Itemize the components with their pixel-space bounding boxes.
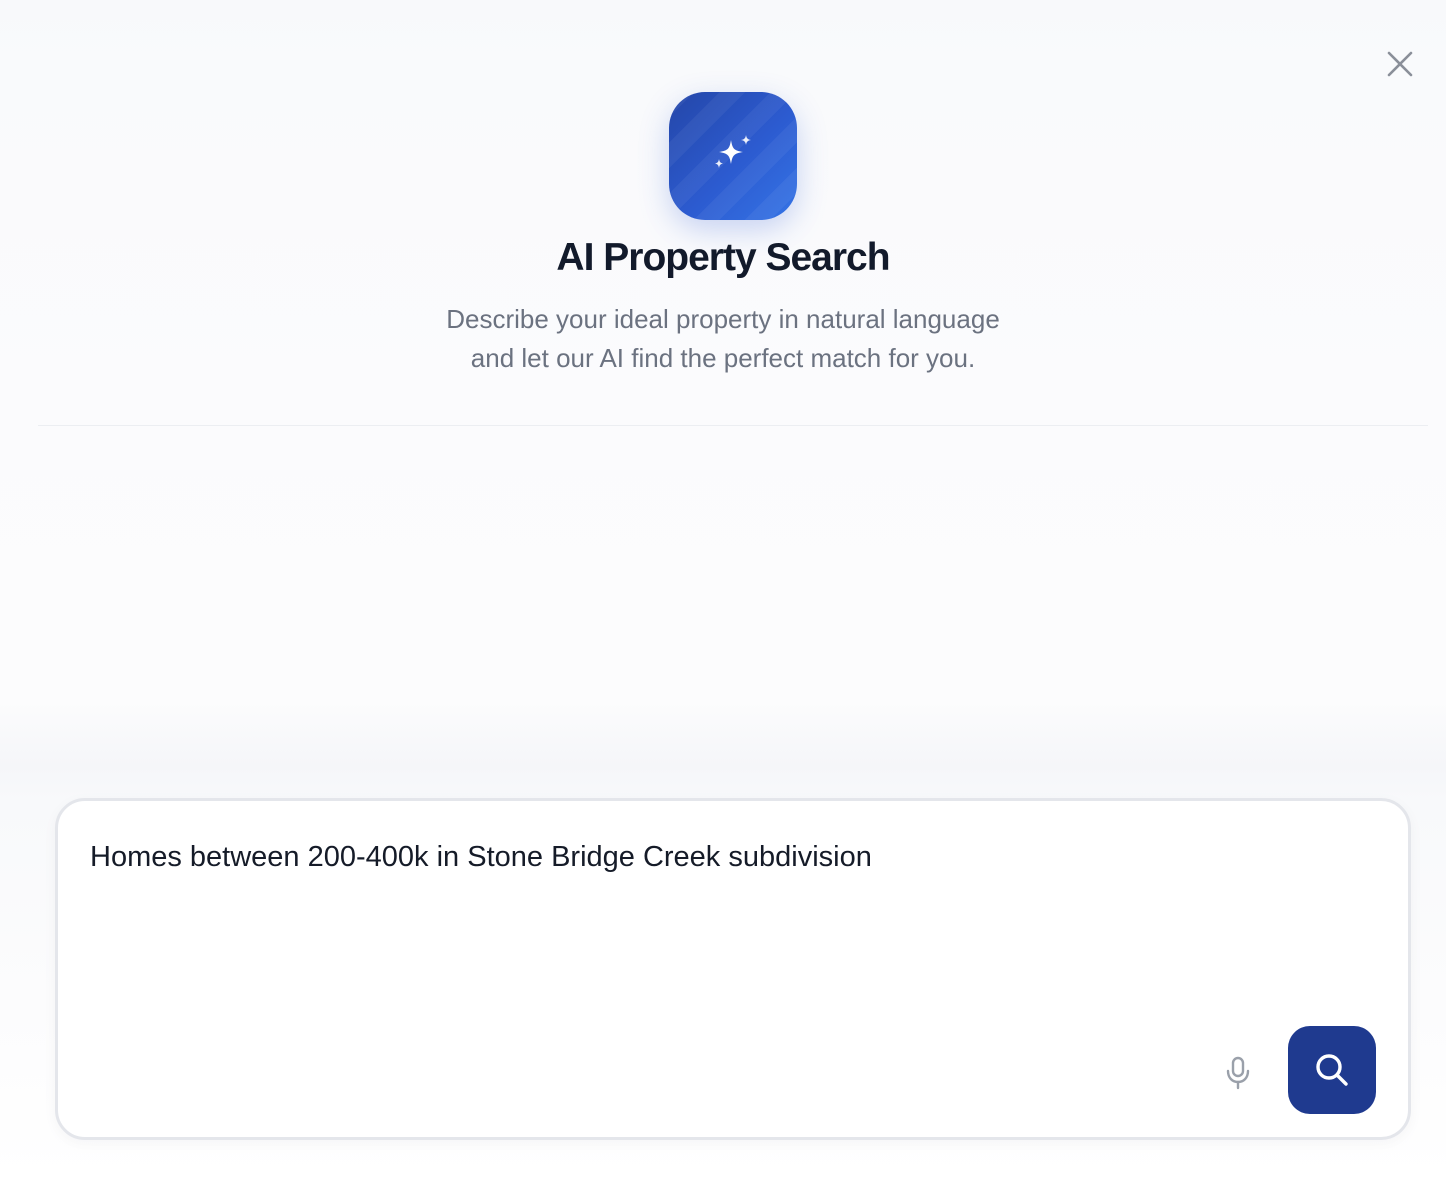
sparkles-icon — [715, 135, 751, 168]
header-divider — [38, 425, 1428, 426]
search-input-card: Homes between 200-400k in Stone Bridge C… — [55, 798, 1411, 1140]
page-title: AI Property Search — [556, 236, 890, 279]
search-submit-button[interactable] — [1288, 1026, 1376, 1114]
microphone-icon — [1226, 1056, 1250, 1090]
subtitle-line: Describe your ideal property in natural … — [446, 304, 1000, 334]
search-query-textarea[interactable]: Homes between 200-400k in Stone Bridge C… — [90, 841, 1190, 874]
voice-input-button[interactable] — [1216, 1051, 1260, 1095]
subtitle-line: and let our AI find the perfect match fo… — [470, 343, 976, 373]
close-button[interactable] — [1380, 44, 1420, 84]
page-subtitle: Describe your ideal property in natural … — [0, 300, 1446, 378]
search-icon — [1316, 1054, 1348, 1086]
close-icon — [1387, 51, 1413, 77]
app-logo — [669, 92, 797, 220]
